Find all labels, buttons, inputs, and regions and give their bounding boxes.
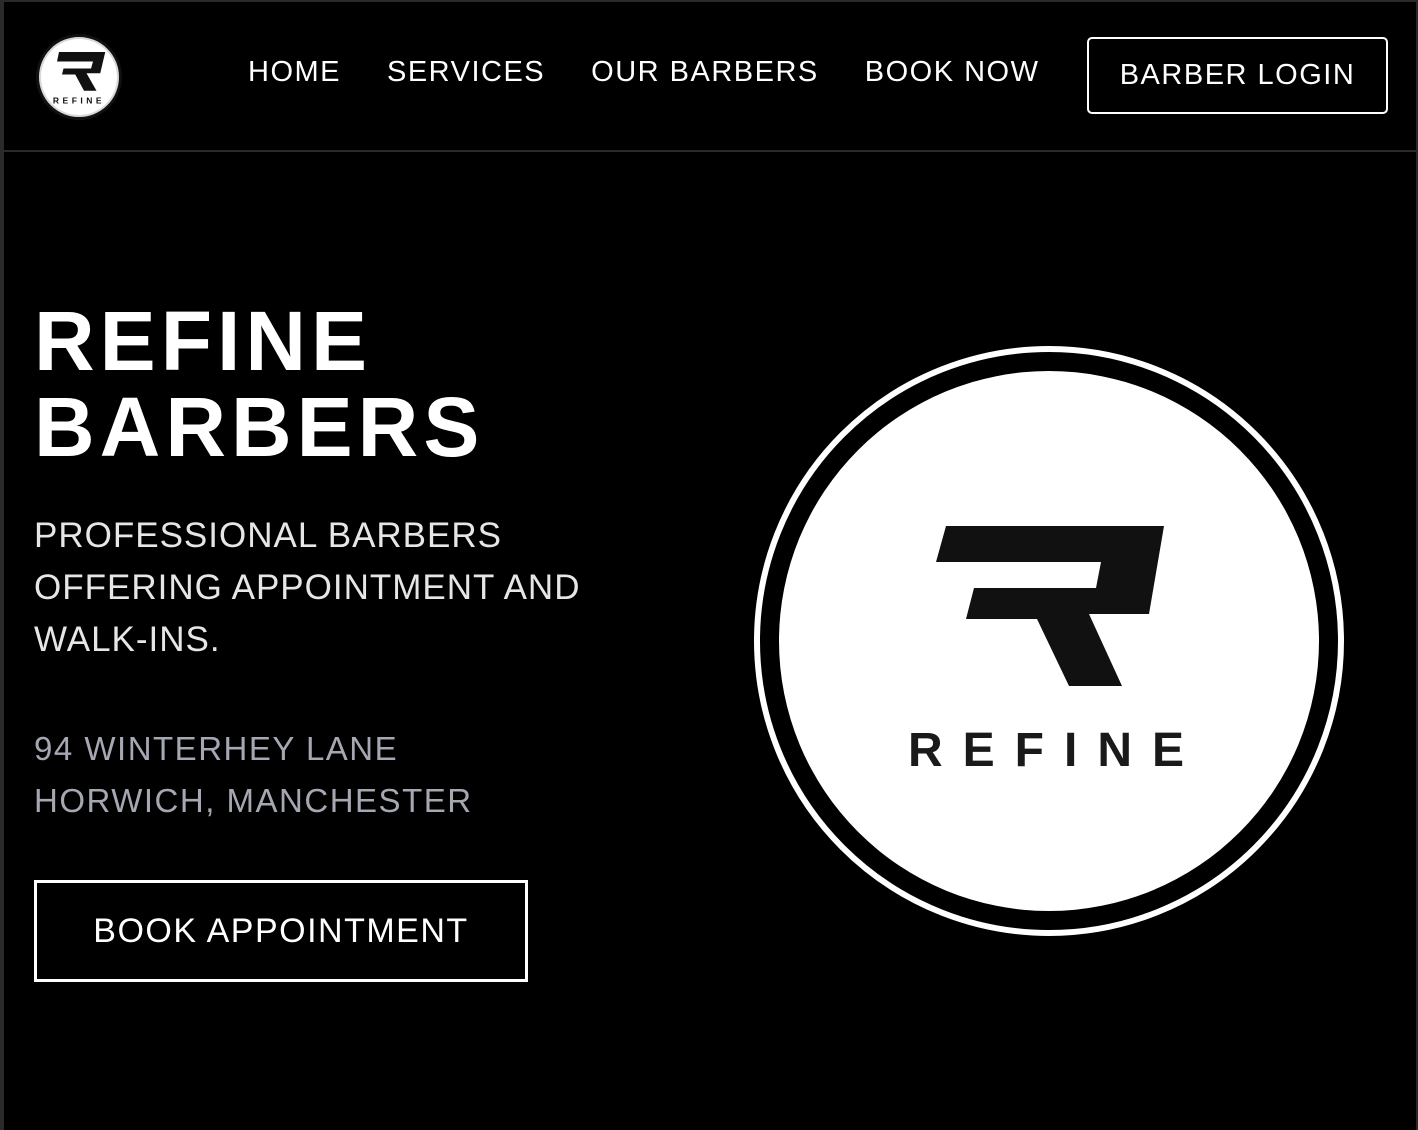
hero-title-line-2: BARBERS xyxy=(34,380,485,474)
nav-book-now[interactable]: BOOK NOW xyxy=(865,56,1040,89)
site-logo-text: REFINE xyxy=(53,95,105,105)
hero-subtitle-line-1: PROFESSIONAL BARBERS xyxy=(34,516,502,555)
hero-logo-badge: REFINE xyxy=(779,371,1319,911)
shop-address: 94 WINTERHEY LANE HORWICH, MANCHESTER xyxy=(34,723,473,827)
address-line-2: HORWICH, MANCHESTER xyxy=(34,782,473,819)
nav-services[interactable]: SERVICES xyxy=(387,56,545,89)
barber-login-button[interactable]: BARBER LOGIN xyxy=(1087,37,1388,114)
nav-our-barbers[interactable]: OUR BARBERS xyxy=(591,56,819,89)
hero-subtitle-line-2: OFFERING APPOINTMENT AND xyxy=(34,568,581,607)
hero-subtitle-line-3: WALK-INS. xyxy=(34,620,221,659)
site-logo[interactable]: REFINE xyxy=(36,34,122,120)
refine-r-logo-icon: REFINE xyxy=(53,52,106,105)
refine-r-logo-icon xyxy=(936,526,1164,686)
book-appointment-button[interactable]: BOOK APPOINTMENT xyxy=(34,880,528,982)
hero-title-line-1: REFINE xyxy=(34,294,373,388)
hero-subtitle: PROFESSIONAL BARBERS OFFERING APPOINTMEN… xyxy=(34,510,654,666)
hero-logo-text: REFINE xyxy=(907,724,1204,777)
hero-logo: REFINE xyxy=(754,346,1344,936)
main-nav: HOME SERVICES OUR BARBERS BOOK NOW xyxy=(248,56,1039,89)
nav-home[interactable]: HOME xyxy=(248,56,341,89)
address-line-1: 94 WINTERHEY LANE xyxy=(34,730,399,767)
site-header: REFINE HOME SERVICES OUR BARBERS BOOK NO… xyxy=(4,2,1416,152)
page: REFINE HOME SERVICES OUR BARBERS BOOK NO… xyxy=(0,0,1418,1130)
hero-title: REFINE BARBERS xyxy=(34,298,484,470)
